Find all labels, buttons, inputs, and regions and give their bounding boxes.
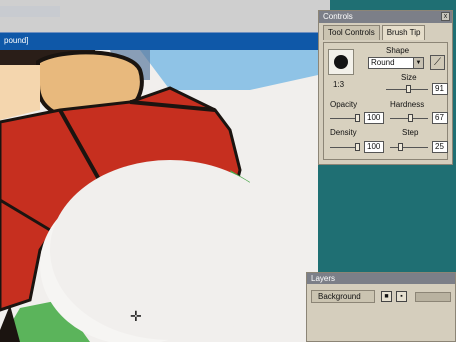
layers-title: Layers [311,274,336,283]
document-title: pound] [4,36,29,45]
brush-tip-panel: 1:3 Shape Round ▼ ⟋ Size 91 Opacity 100 … [323,42,448,160]
opacity-field[interactable]: 100 [364,112,384,124]
shape-label: Shape [386,46,410,55]
pen-tilt-icon[interactable]: ⟋ [430,55,445,70]
controls-title: Controls [323,12,353,21]
hardness-field[interactable]: 67 [432,112,448,124]
opacity-slider[interactable] [330,114,360,122]
image-window-tab[interactable] [0,6,60,17]
step-field[interactable]: 25 [432,141,448,153]
layer-lock-icon[interactable]: ▪ [396,291,407,302]
size-field[interactable]: 91 [432,83,448,95]
image-canvas[interactable]: ✛ [0,50,318,342]
image-window-top-strip [0,0,330,34]
tab-brush-tip[interactable]: Brush Tip [381,25,426,40]
crosshair-cursor-icon: ✛ [130,308,142,324]
layers-palette[interactable]: Layers Background ■ ▪ [306,272,456,342]
shape-select[interactable]: Round ▼ [368,57,424,69]
layer-visibility-icon[interactable]: ■ [381,291,392,302]
layers-titlebar[interactable]: Layers [307,273,455,284]
opacity-label: Opacity [330,100,358,109]
close-icon[interactable]: x [441,12,450,21]
layer-options-field[interactable] [415,292,451,302]
dropdown-arrow-icon[interactable]: ▼ [413,58,423,68]
shape-value: Round [371,58,395,67]
brush-preview-ratio: 1:3 [333,80,345,89]
brush-preview [328,49,354,75]
step-label: Step [402,128,419,137]
controls-tabs: Tool Controls Brush Tip [319,25,452,40]
step-slider[interactable] [390,143,428,151]
layer-name[interactable]: Background [311,290,375,303]
density-label: Density [330,128,357,137]
brush-preview-dot [334,55,348,69]
document-titlebar[interactable]: pound] [0,32,318,50]
density-slider[interactable] [330,143,360,151]
layer-row[interactable]: Background ■ ▪ [311,290,451,304]
size-label: Size [401,73,417,82]
controls-palette-titlebar[interactable]: Controls x [319,11,452,23]
density-field[interactable]: 100 [364,141,384,153]
painting-artwork [0,50,318,342]
controls-palette[interactable]: Controls x Tool Controls Brush Tip 1:3 S… [318,10,453,165]
hardness-slider[interactable] [390,114,428,122]
hardness-label: Hardness [390,100,425,109]
size-slider[interactable] [386,85,428,93]
tab-tool-controls[interactable]: Tool Controls [323,25,380,40]
